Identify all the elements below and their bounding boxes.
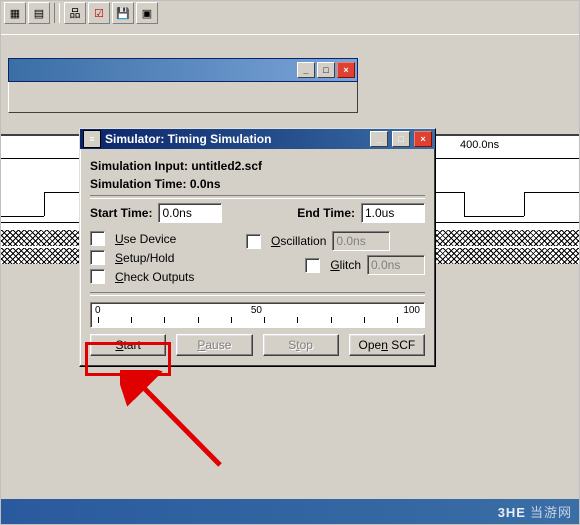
check-outputs-checkbox[interactable]: [90, 269, 105, 284]
toolbar-btn-3[interactable]: 品: [64, 2, 86, 24]
close-button[interactable]: ×: [414, 131, 432, 147]
dialog-title: Simulator: Timing Simulation: [105, 132, 271, 146]
use-device-checkbox[interactable]: [90, 231, 105, 246]
oscillation-label: Oscillation: [271, 234, 326, 248]
bg-close-button[interactable]: ×: [337, 62, 355, 78]
toolbar-btn-4[interactable]: ☑: [88, 2, 110, 24]
open-scf-button[interactable]: Open SCF: [349, 334, 425, 356]
toolbar-btn-5[interactable]: 💾: [112, 2, 134, 24]
setup-hold-checkbox[interactable]: [90, 250, 105, 265]
use-device-label: Use Device: [115, 232, 176, 246]
bg-maximize-button[interactable]: □: [317, 62, 335, 78]
sim-time-label: Simulation Time:: [90, 177, 186, 191]
oscillation-input: [332, 231, 390, 251]
minimize-button[interactable]: _: [370, 131, 388, 147]
main-toolbar: ▦ ▤ 品 ☑ 💾 ▣: [0, 0, 580, 27]
start-button[interactable]: Start: [90, 334, 166, 356]
toolbar-btn-2[interactable]: ▤: [28, 2, 50, 24]
glitch-checkbox[interactable]: [305, 258, 320, 273]
pause-button: Pause: [176, 334, 252, 356]
simulator-dialog: ≡ Simulator: Timing Simulation _ □ × Sim…: [79, 128, 436, 367]
bg-minimize-button[interactable]: _: [297, 62, 315, 78]
progress-ruler: 0 50 100: [90, 302, 425, 328]
statusbar: [0, 499, 580, 525]
end-time-input[interactable]: [361, 203, 425, 223]
toolbar-btn-1[interactable]: ▦: [4, 2, 26, 24]
sim-time-value: 0.0ns: [190, 177, 221, 191]
oscillation-checkbox[interactable]: [246, 234, 261, 249]
toolbar-btn-6[interactable]: ▣: [136, 2, 158, 24]
check-outputs-label: Check Outputs: [115, 270, 194, 284]
sim-input-label: Simulation Input:: [90, 159, 188, 173]
glitch-input: [367, 255, 425, 275]
background-window: _ □ ×: [8, 58, 358, 113]
glitch-label: Glitch: [330, 258, 361, 272]
watermark: 3HE当游网: [498, 502, 572, 521]
time-tick: 400.0ns: [460, 139, 499, 151]
sim-input-value: untitled2.scf: [191, 159, 262, 173]
stop-button: Stop: [263, 334, 339, 356]
app-icon: ≡: [83, 130, 101, 148]
setup-hold-label: Setup/Hold: [115, 251, 174, 265]
end-time-label: End Time:: [297, 206, 355, 220]
start-time-input[interactable]: [158, 203, 222, 223]
maximize-button[interactable]: □: [392, 131, 410, 147]
start-time-label: Start Time:: [90, 206, 152, 220]
dialog-titlebar[interactable]: ≡ Simulator: Timing Simulation _ □ ×: [80, 129, 435, 149]
